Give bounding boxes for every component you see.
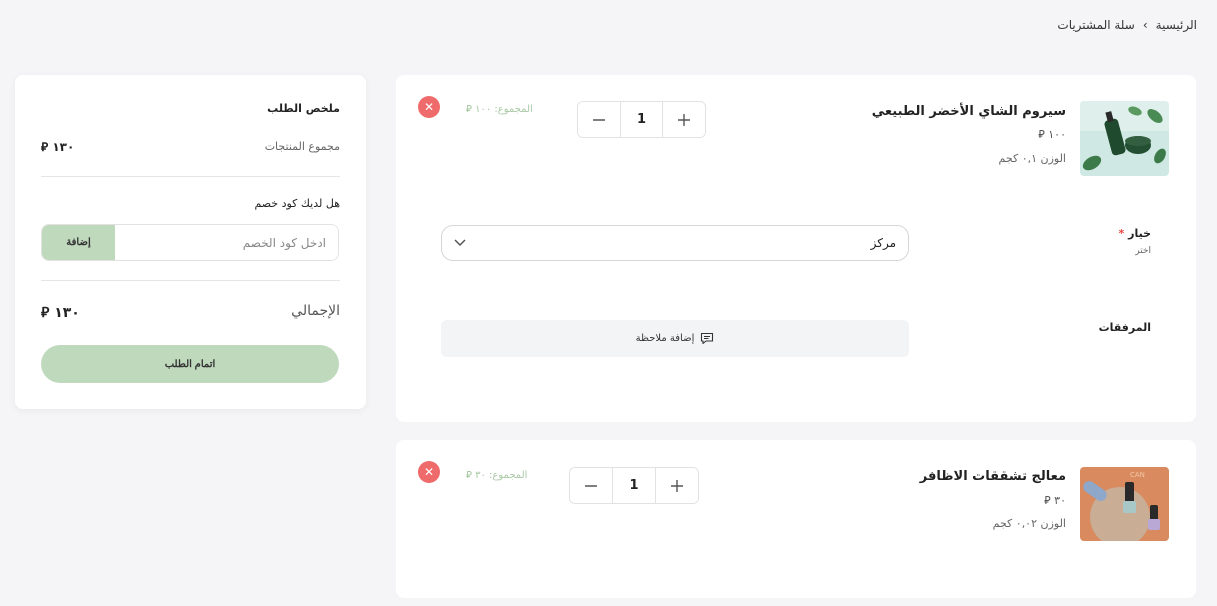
cart-item: سيروم الشاي الأخضر الطبيعي ١٠٠ ⃁ الوزن ٠… bbox=[396, 75, 1196, 422]
option-hint: اختر bbox=[1135, 246, 1151, 256]
checkout-button[interactable]: اتمام الطلب bbox=[41, 345, 339, 383]
coupon-input[interactable] bbox=[115, 225, 338, 260]
divider bbox=[41, 280, 340, 281]
grand-total-value: ١٣٠ ⃁ bbox=[41, 305, 80, 321]
close-icon: ✕ bbox=[423, 100, 435, 114]
line-total: المجموع: ٣٠ ⃁ bbox=[466, 470, 528, 481]
increase-quantity-button[interactable] bbox=[656, 468, 698, 503]
line-total: المجموع: ١٠٠ ⃁ bbox=[466, 104, 533, 115]
coupon-field-group: إضافة bbox=[41, 224, 339, 261]
plus-icon bbox=[678, 113, 690, 126]
divider bbox=[41, 176, 340, 177]
products-total-value: ١٣٠ ⃁ bbox=[41, 140, 75, 154]
breadcrumb-home-link[interactable]: الرئيسية bbox=[1156, 18, 1197, 32]
comment-icon bbox=[701, 332, 714, 345]
grand-total-label: الإجمالي bbox=[291, 303, 340, 319]
option-label-text: خيار bbox=[1128, 227, 1151, 240]
coupon-question: هل لديك كود خصم bbox=[254, 197, 340, 210]
breadcrumb-separator: › bbox=[1142, 18, 1148, 32]
product-price: ٣٠ ⃁ bbox=[1044, 494, 1066, 507]
option-label: خيار * bbox=[1119, 227, 1152, 240]
breadcrumb: الرئيسية › سلة المشتريات bbox=[1057, 18, 1197, 32]
breadcrumb-current: سلة المشتريات bbox=[1057, 18, 1135, 32]
svg-text:CAN: CAN bbox=[1130, 471, 1145, 479]
product-image[interactable] bbox=[1080, 101, 1169, 176]
remove-item-button[interactable]: ✕ bbox=[418, 96, 440, 118]
apply-coupon-button[interactable]: إضافة bbox=[42, 225, 115, 260]
close-icon: ✕ bbox=[423, 465, 435, 479]
order-summary-card: ملخص الطلب مجموع المنتجات ١٣٠ ⃁ هل لديك … bbox=[15, 75, 366, 409]
remove-item-button[interactable]: ✕ bbox=[418, 461, 440, 483]
chevron-down-icon bbox=[454, 239, 466, 247]
quantity-value[interactable]: 1 bbox=[620, 102, 663, 137]
cart-item: CAN معالج تشققات الاظافر ٣٠ ⃁ الوزن ٠,٠٢… bbox=[396, 440, 1196, 598]
quantity-stepper: 1 bbox=[577, 101, 706, 138]
order-summary-title: ملخص الطلب bbox=[267, 102, 340, 115]
product-weight: الوزن ٠,٠٢ كجم bbox=[992, 517, 1066, 530]
increase-quantity-button[interactable] bbox=[663, 102, 705, 137]
product-image[interactable]: CAN bbox=[1080, 467, 1169, 541]
product-name[interactable]: سيروم الشاي الأخضر الطبيعي bbox=[872, 104, 1066, 119]
plus-icon bbox=[671, 479, 683, 492]
quantity-stepper: 1 bbox=[569, 467, 699, 504]
product-price: ١٠٠ ⃁ bbox=[1038, 128, 1066, 141]
product-name[interactable]: معالج تشققات الاظافر bbox=[920, 469, 1066, 484]
decrease-quantity-button[interactable] bbox=[578, 102, 620, 137]
decrease-quantity-button[interactable] bbox=[570, 468, 612, 503]
minus-icon bbox=[593, 118, 605, 121]
required-mark: * bbox=[1118, 227, 1125, 240]
minus-icon bbox=[585, 484, 597, 487]
add-note-label: إضافة ملاحظة bbox=[635, 333, 695, 344]
add-note-button[interactable]: إضافة ملاحظة bbox=[441, 320, 909, 357]
quantity-value[interactable]: 1 bbox=[612, 468, 656, 503]
option-select[interactable]: مركز bbox=[441, 225, 909, 261]
option-selected-value: مركز bbox=[870, 236, 896, 250]
product-weight: الوزن ٠,١ كجم bbox=[998, 152, 1066, 165]
attachments-label: المرفقات bbox=[1098, 321, 1151, 334]
products-total-label: مجموع المنتجات bbox=[264, 140, 340, 153]
